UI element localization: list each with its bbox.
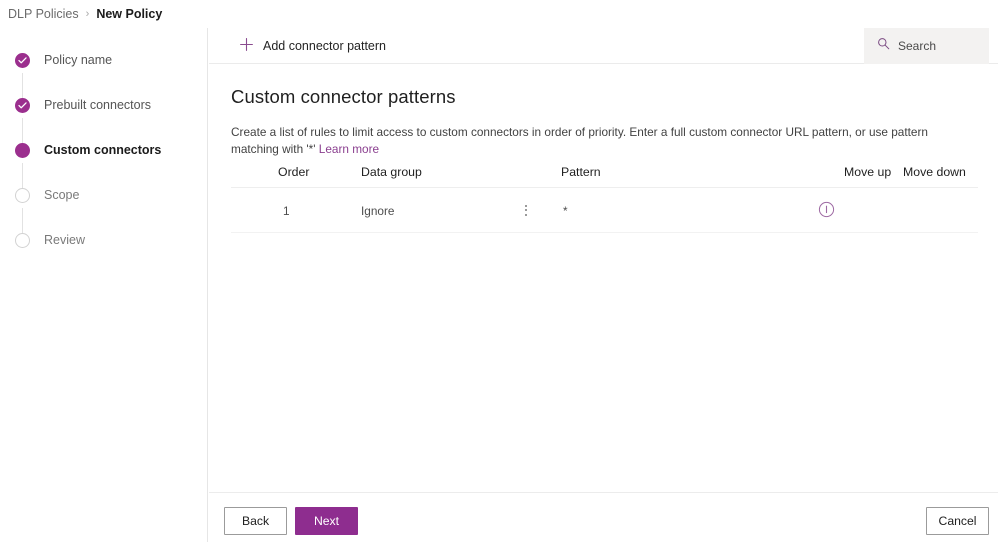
check-circle-icon xyxy=(15,52,30,68)
info-circle-icon[interactable] xyxy=(817,200,836,219)
sidebar-item-review[interactable]: Review xyxy=(0,225,208,255)
check-circle-icon xyxy=(15,97,30,113)
kebab-dot xyxy=(525,204,527,207)
wizard-footer: Back Next Cancel xyxy=(209,492,998,542)
column-header-pattern: Pattern xyxy=(561,165,601,179)
search-input[interactable] xyxy=(898,39,986,53)
kebab-dot xyxy=(525,209,527,211)
add-connector-pattern-label: Add connector pattern xyxy=(263,39,386,53)
learn-more-link[interactable]: Learn more xyxy=(319,142,379,156)
add-connector-pattern-button[interactable]: Add connector pattern xyxy=(233,28,392,64)
cancel-button[interactable]: Cancel xyxy=(926,507,989,535)
column-header-move-down: Move down xyxy=(903,165,966,179)
search-icon xyxy=(877,37,890,55)
table-header-row: Order Data group Pattern Move up Move do… xyxy=(231,160,978,188)
cell-data-group: Ignore xyxy=(361,204,395,218)
sidebar-item-label: Custom connectors xyxy=(44,143,162,157)
back-button[interactable]: Back xyxy=(224,507,287,535)
sidebar-item-label: Policy name xyxy=(44,53,113,67)
sidebar-item-scope[interactable]: Scope xyxy=(0,180,208,210)
page-description: Create a list of rules to limit access t… xyxy=(231,124,976,158)
sidebar-item-label: Scope xyxy=(44,188,80,202)
page-title: Custom connector patterns xyxy=(231,86,456,107)
connector-patterns-table: Order Data group Pattern Move up Move do… xyxy=(231,160,978,233)
cell-order: 1 xyxy=(283,204,290,218)
cell-pattern: * xyxy=(563,204,568,218)
column-header-order: Order xyxy=(278,165,310,179)
sidebar-item-policy-name[interactable]: Policy name xyxy=(0,45,208,75)
breadcrumb-new-policy: New Policy xyxy=(96,7,163,21)
breadcrumb-dlp-policies[interactable]: DLP Policies xyxy=(8,7,79,21)
command-bar: Add connector pattern xyxy=(209,28,998,64)
next-button[interactable]: Next xyxy=(295,507,358,535)
dlp-new-policy-page: DLP Policies › New Policy Policy name Pr… xyxy=(0,0,998,542)
sidebar-item-prebuilt-connectors[interactable]: Prebuilt connectors xyxy=(0,90,208,120)
breadcrumb: DLP Policies › New Policy xyxy=(0,0,998,28)
column-header-move-up: Move up xyxy=(844,165,892,179)
kebab-dot xyxy=(525,213,527,216)
column-header-data-group: Data group xyxy=(361,165,422,179)
kebab-menu-icon[interactable] xyxy=(516,199,536,221)
plus-icon xyxy=(239,37,254,55)
search-box[interactable] xyxy=(864,28,989,64)
main-content: Custom connector patterns Create a list … xyxy=(209,64,998,492)
sidebar-item-label: Prebuilt connectors xyxy=(44,98,152,112)
filled-circle-icon xyxy=(15,142,30,158)
table-row[interactable]: 1 Ignore * xyxy=(231,188,978,233)
sidebar-item-label: Review xyxy=(44,233,85,247)
empty-circle-icon xyxy=(15,232,30,248)
sidebar-item-custom-connectors[interactable]: Custom connectors xyxy=(0,135,208,165)
empty-circle-icon xyxy=(15,187,30,203)
wizard-steps-rail: Policy name Prebuilt connectors Custom c… xyxy=(0,28,208,542)
breadcrumb-separator-icon: › xyxy=(85,8,90,20)
